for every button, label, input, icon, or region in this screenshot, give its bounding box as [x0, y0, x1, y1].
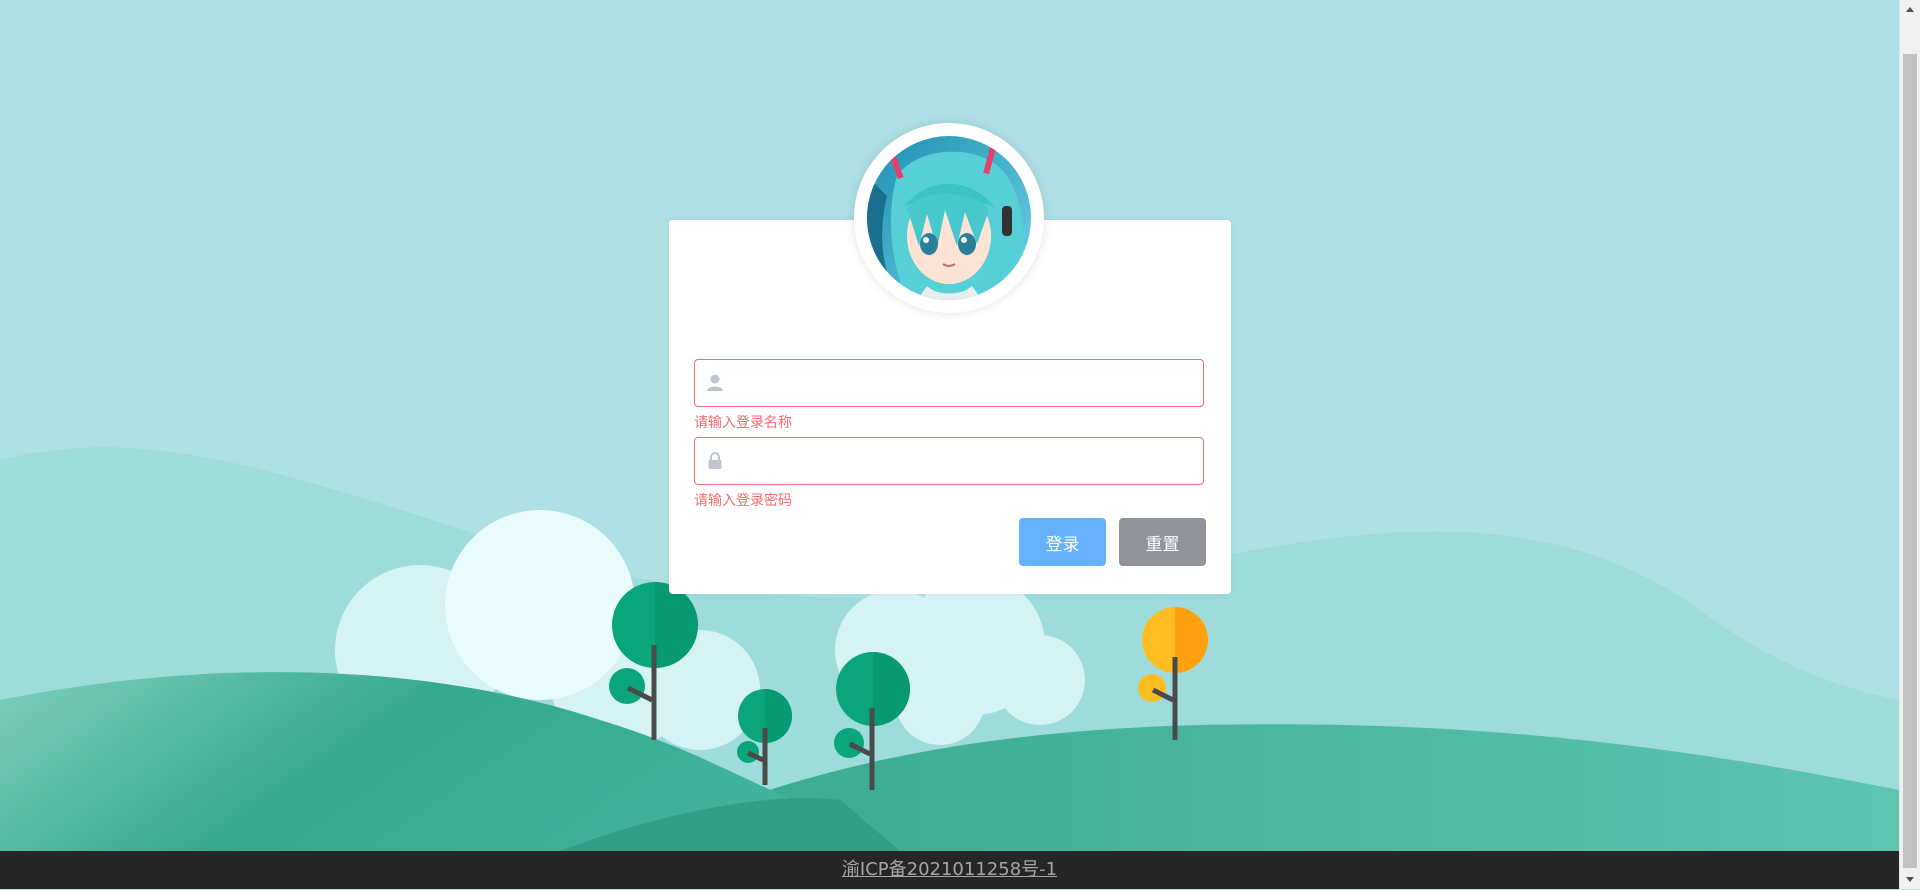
- scrollbar-thumb[interactable]: [1903, 54, 1917, 868]
- username-input[interactable]: [733, 360, 1197, 408]
- username-error: 请输入登录名称: [694, 415, 792, 431]
- icp-link[interactable]: 渝ICP备2021011258号-1: [842, 859, 1057, 880]
- password-input[interactable]: [733, 438, 1197, 486]
- footer: 渝ICP备2021011258号-1: [0, 851, 1899, 889]
- scrollbar[interactable]: [1899, 0, 1920, 889]
- password-error: 请输入登录密码: [694, 493, 792, 509]
- user-icon: [705, 373, 725, 398]
- lock-icon: [705, 451, 725, 476]
- login-button[interactable]: 登录: [1019, 518, 1106, 566]
- avatar: [854, 123, 1044, 313]
- reset-button[interactable]: 重置: [1119, 518, 1206, 566]
- scroll-up-icon[interactable]: [1906, 7, 1914, 12]
- scroll-down-icon[interactable]: [1906, 877, 1914, 882]
- password-field[interactable]: [694, 437, 1204, 486]
- username-field[interactable]: [694, 359, 1204, 408]
- anime-avatar-image: [867, 136, 1031, 300]
